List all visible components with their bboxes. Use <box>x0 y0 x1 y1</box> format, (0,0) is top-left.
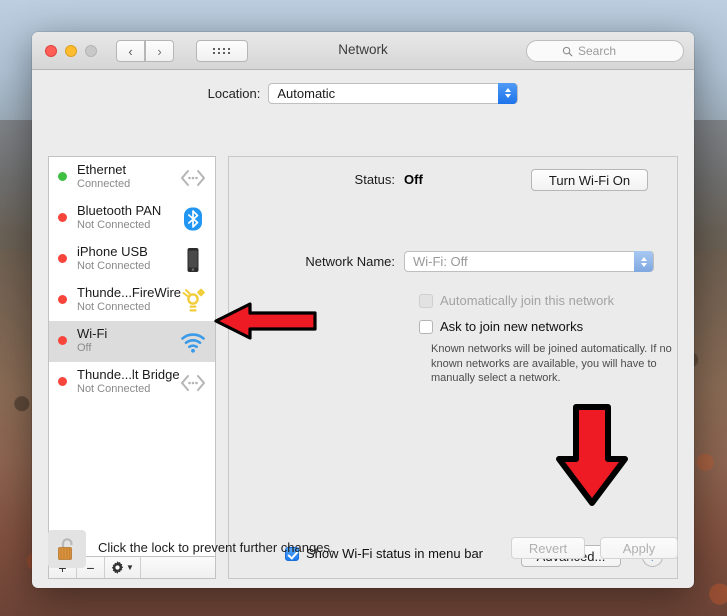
ask-join-checkbox[interactable] <box>419 319 433 334</box>
ask-join-checkbox-row[interactable]: Ask to join new networks <box>419 319 583 334</box>
location-popup-button[interactable]: Automatic <box>268 82 519 104</box>
revert-button[interactable]: Revert <box>511 537 585 559</box>
firewire-icon <box>182 288 205 312</box>
popup-stepper-arrows-icon[interactable] <box>634 251 653 272</box>
auto-join-label: Automatically join this network <box>440 293 615 308</box>
network-services-list[interactable]: Ethernet Connected Bluetooth PAN Not Con… <box>48 156 216 556</box>
auto-join-checkbox[interactable] <box>419 293 433 308</box>
location-row: Location: Automatic <box>32 70 694 116</box>
network-name-popup-button[interactable]: Wi-Fi: Off <box>404 251 654 272</box>
ethernet-icon <box>181 170 205 186</box>
wifi-icon <box>181 333 205 353</box>
list-item[interactable]: Bluetooth PAN Not Connected <box>49 198 215 239</box>
status-row: Status: Off Turn Wi-Fi On <box>229 169 677 191</box>
search-icon <box>562 46 573 57</box>
title-bar: ‹ › Network <box>32 32 694 70</box>
list-item[interactable]: Thunde...lt Bridge Not Connected <box>49 362 215 403</box>
status-indicator-dot <box>58 213 67 222</box>
join-help-text: Known networks will be joined automatica… <box>431 343 672 384</box>
sidebar-item-wifi[interactable]: Wi-Fi Off <box>49 321 215 362</box>
network-name-value: Wi-Fi: Off <box>413 254 468 269</box>
location-value: Automatic <box>277 85 336 101</box>
apply-button[interactable]: Apply <box>600 537 678 559</box>
content-area: Ethernet Connected Bluetooth PAN Not Con… <box>32 116 694 588</box>
list-item[interactable]: iPhone USB Not Connected <box>49 239 215 280</box>
status-label: Status: <box>354 172 395 187</box>
desktop: ‹ › Network Location: <box>0 0 727 616</box>
network-preferences-window: ‹ › Network Location: <box>32 32 694 588</box>
lock-button[interactable] <box>48 530 86 568</box>
status-indicator-dot <box>58 377 67 386</box>
search-field[interactable] <box>526 40 684 62</box>
iphone-icon <box>187 248 199 272</box>
auto-join-checkbox-row[interactable]: Automatically join this network <box>419 293 614 308</box>
bluetooth-icon <box>184 207 202 231</box>
status-value: Off <box>404 172 423 187</box>
list-item[interactable]: Ethernet Connected <box>49 157 215 198</box>
bottom-bar: Click the lock to prevent further change… <box>32 520 694 588</box>
status-indicator-dot <box>58 336 67 345</box>
ethernet-icon <box>181 375 205 391</box>
status-indicator-dot <box>58 295 67 304</box>
wifi-detail-panel: Status: Off Turn Wi-Fi On Network Name: … <box>228 156 678 579</box>
lock-instruction-text: Click the lock to prevent further change… <box>98 540 334 555</box>
status-indicator-dot <box>58 172 67 181</box>
list-item[interactable]: Thunde...FireWire Not Connected <box>49 280 215 321</box>
turn-wifi-on-button[interactable]: Turn Wi-Fi On <box>531 169 648 191</box>
search-input[interactable] <box>578 44 648 58</box>
popup-stepper-arrows-icon[interactable] <box>498 82 518 104</box>
ask-join-label: Ask to join new networks <box>440 319 584 334</box>
location-label: Location: <box>207 85 261 101</box>
unlocked-padlock-icon <box>58 538 73 560</box>
network-name-row: Network Name: Wi-Fi: Off <box>229 251 677 273</box>
status-indicator-dot <box>58 254 67 263</box>
network-name-label: Network Name: <box>305 254 395 269</box>
